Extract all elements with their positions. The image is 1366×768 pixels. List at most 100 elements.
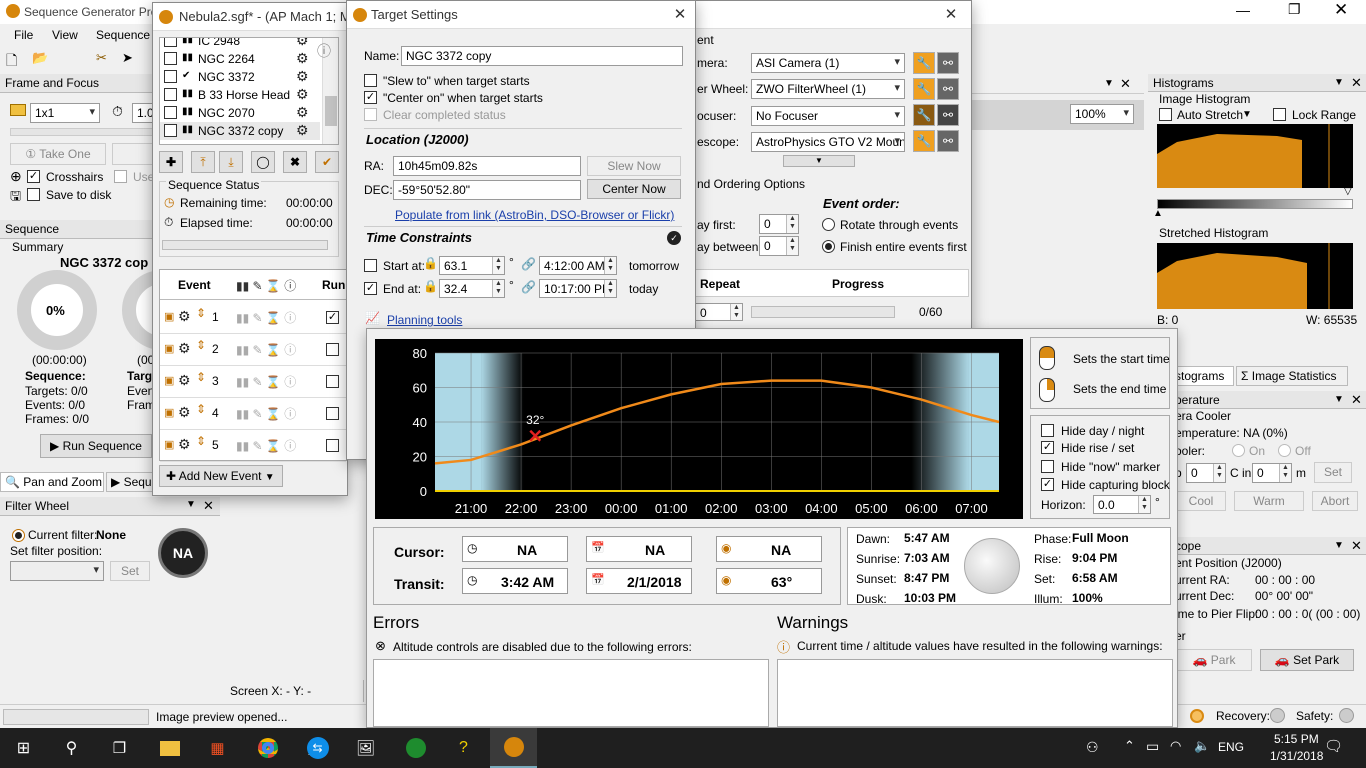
auto-stretch-label[interactable]: Auto Stretch [1177, 108, 1243, 122]
hide-day-night-checkbox[interactable] [1041, 424, 1054, 437]
gear-icon[interactable]: ⚙ [178, 436, 191, 453]
abort-button[interactable]: Abort [1312, 491, 1358, 511]
target-list-item[interactable]: ▮▮ IC 2948 ⚙ [160, 38, 320, 50]
app-green-button[interactable] [392, 728, 439, 768]
event-run-checkbox[interactable] [326, 439, 339, 452]
end-lock-icon[interactable]: 🔒 [423, 279, 438, 293]
file-explorer-button[interactable] [146, 728, 193, 768]
histograms-pin-icon[interactable]: ▼ [1334, 77, 1344, 88]
end-time-spinner[interactable]: ▲ ▼ [604, 280, 616, 297]
dec-input[interactable]: -59°50'52.80" [393, 180, 581, 200]
delay-first-input[interactable]: 0 ▲ ▼ [759, 214, 799, 234]
move-bottom-button[interactable]: ⤓ [219, 151, 243, 173]
image-close-icon[interactable]: ✕ [1120, 76, 1131, 92]
center-on-checkbox[interactable]: ✓ [364, 91, 377, 104]
run-sequence-button[interactable]: ▶ Run Sequence [40, 434, 152, 458]
target-list-item[interactable]: ▮▮ B 33 Horse Head ⚙ [160, 86, 320, 104]
open-icon[interactable]: 📂 [32, 50, 48, 66]
finish-events-radio[interactable] [822, 240, 835, 253]
event-row[interactable]: ▣ ⚙ ⇕ 3 ▮▮ ✎ ⌛ ⓘ [160, 366, 346, 398]
photo-app-button[interactable]: 🖼 [342, 728, 389, 768]
show-hidden-icon[interactable]: ⌃ [1124, 738, 1135, 754]
telescope-close-icon[interactable]: ✕ [1351, 538, 1362, 554]
target-settings-button[interactable]: ✔ [315, 151, 339, 173]
cooler-on-radio[interactable] [1232, 444, 1245, 457]
hide-capturing-checkbox[interactable]: ✓ [1041, 478, 1054, 491]
focuser-select[interactable]: No Focuser [751, 106, 905, 126]
event-select-icon[interactable]: ▣ [164, 406, 174, 419]
event-run-checkbox[interactable] [326, 407, 339, 420]
target-list-item[interactable]: ▮▮ NGC 3372 copy ⚙ [160, 122, 320, 140]
expand-button[interactable]: ▼ [783, 155, 855, 167]
menu-sequence[interactable]: Sequence [96, 28, 150, 42]
target-settings-close-icon[interactable]: ✕ [663, 1, 697, 29]
hide-rise-set-checkbox[interactable]: ✓ [1041, 441, 1054, 454]
minutes-input[interactable]: 0 ▲ ▼ [1252, 463, 1292, 483]
store-button[interactable]: ▦ [194, 728, 241, 768]
end-altitude-spinner[interactable]: ▲ ▼ [492, 280, 504, 297]
black-point-marker[interactable]: ▲ [1153, 208, 1163, 219]
auto-stretch-checkbox[interactable] [1159, 108, 1172, 121]
target-checkbox[interactable] [164, 38, 177, 47]
filter-wheel-select[interactable]: ZWO FilterWheel (1) [751, 79, 905, 99]
end-link-icon[interactable]: 🔗 [521, 280, 536, 294]
binning-select[interactable]: 1x1 [30, 103, 100, 123]
target-list-item[interactable]: ▮▮ NGC 2264 ⚙ [160, 50, 320, 68]
gear-icon[interactable]: ⚙ [296, 104, 309, 121]
gear-icon[interactable]: ⚙ [296, 68, 309, 85]
clock-date[interactable]: 1/31/2018 [1270, 749, 1323, 763]
zoom-select[interactable]: 100% [1070, 104, 1134, 124]
minutes-spinner[interactable]: ▲ ▼ [1279, 464, 1291, 482]
reorder-icon[interactable]: ⇕ [196, 402, 206, 416]
minimize-icon[interactable]: — [1236, 2, 1250, 18]
delay-between-input[interactable]: 0 ▲ ▼ [759, 236, 799, 256]
add-target-button[interactable]: ✚ [159, 151, 183, 173]
notifications-icon[interactable]: 🗨 [1324, 737, 1343, 755]
gear-icon[interactable]: ⚙ [178, 340, 191, 357]
start-link-icon[interactable]: 🔗 [521, 257, 536, 271]
event-run-checkbox[interactable] [326, 343, 339, 356]
sgpro-taskbar-button[interactable] [490, 728, 537, 768]
altitude-chart[interactable]: 0 20 40 60 80 21:00 22:00 23:00 00:00 01:00 02:00 0… [375, 339, 1023, 519]
save-to-disk-checkbox[interactable] [27, 188, 40, 201]
move-top-button[interactable]: ⤒ [191, 151, 215, 173]
end-at-checkbox[interactable]: ✓ [364, 282, 377, 295]
tab-pan-zoom[interactable]: 🔍 Pan and Zoom [0, 472, 104, 492]
histograms-close-icon[interactable]: ✕ [1351, 75, 1362, 91]
new-icon[interactable]: 🗋 [6, 50, 17, 74]
collapse-icon[interactable]: ✓ [667, 231, 681, 245]
repeat-spinner[interactable]: ▲ ▼ [730, 304, 742, 320]
gear-icon[interactable]: ⚙ [178, 372, 191, 389]
horizon-input[interactable]: 0.0 ▲ ▼ [1093, 495, 1151, 514]
target-checkbox[interactable] [164, 88, 177, 101]
cooler-off-radio[interactable] [1278, 444, 1291, 457]
reorder-icon[interactable]: ⇕ [196, 370, 206, 384]
take-one-button[interactable]: ① Take One [10, 143, 106, 165]
battery-icon[interactable]: ▭ [1146, 738, 1159, 755]
event-select-icon[interactable]: ▣ [164, 310, 174, 323]
gear-icon[interactable]: ⚙ [296, 38, 309, 49]
search-button[interactable]: ⚲ [48, 728, 95, 768]
camera-select[interactable]: ASI Camera (1) [751, 53, 905, 73]
repeat-input[interactable]: 0 ▲ ▼ [695, 303, 743, 321]
event-run-checkbox[interactable]: ✓ [326, 311, 339, 324]
white-point-marker[interactable]: ▽ [1344, 186, 1352, 197]
tab-histograms[interactable]: stograms [1170, 366, 1234, 386]
hide-now-checkbox[interactable] [1041, 460, 1054, 473]
wifi-icon[interactable]: ◠ [1170, 738, 1181, 754]
event-row[interactable]: ▣ ⚙ ⇕ 5 ▮▮ ✎ ⌛ ⓘ [160, 430, 346, 462]
target-checkbox[interactable] [164, 124, 177, 137]
gear-icon[interactable]: ⚙ [178, 308, 191, 325]
filter-wheel-pin-icon[interactable]: ▼ [186, 499, 196, 510]
end-time-input[interactable]: 10:17:00 PM ▲ ▼ [539, 279, 617, 298]
gear-icon[interactable]: ⚙ [296, 86, 309, 103]
reorder-icon[interactable]: ⇕ [196, 306, 206, 320]
warm-button[interactable]: Warm [1234, 491, 1304, 511]
image-pin-icon[interactable]: ▼ [1104, 78, 1114, 89]
slew-to-checkbox[interactable] [364, 74, 377, 87]
telescope-connect-button[interactable]: ⚯ [937, 130, 959, 152]
menu-view[interactable]: View [52, 28, 78, 42]
language-indicator[interactable]: ENG [1218, 740, 1244, 754]
planning-tools-link[interactable]: Planning tools [387, 313, 462, 327]
event-select-icon[interactable]: ▣ [164, 374, 174, 387]
